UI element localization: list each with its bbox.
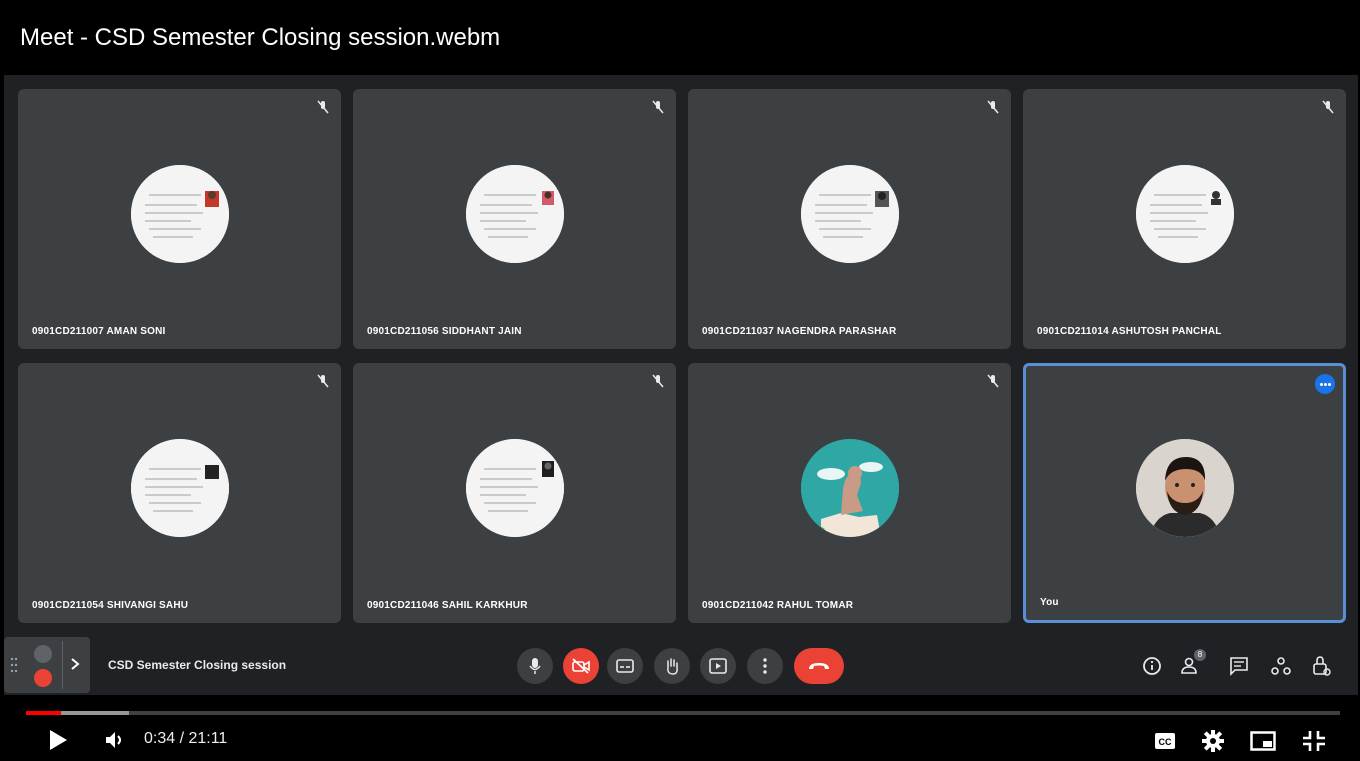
time-display: 0:34 / 21:11	[144, 730, 228, 747]
participant-tile[interactable]: 0901CD211007 AMAN SONI	[18, 89, 341, 349]
video-title: Meet - CSD Semester Closing session.webm	[20, 24, 501, 51]
divider	[62, 641, 63, 689]
mic-muted-icon	[987, 100, 999, 114]
mic-muted-icon	[317, 374, 329, 388]
avatar	[465, 165, 564, 263]
meet-area: 0901CD211007 AMAN SONI 0901CD211056 SIDD…	[4, 75, 1358, 695]
exit-fullscreen-icon[interactable]	[1302, 730, 1326, 752]
participant-tile[interactable]: 0901CD211042 RAHUL TOMAR	[688, 363, 1011, 623]
avatar	[130, 439, 229, 537]
mic-muted-icon	[317, 100, 329, 114]
play-icon[interactable]	[48, 729, 68, 751]
avatar	[800, 165, 899, 263]
activities-icon[interactable]	[1270, 655, 1292, 677]
camera-off-icon[interactable]	[34, 669, 52, 687]
mic-icon	[529, 658, 541, 674]
people-button[interactable]: 8	[1180, 649, 1206, 677]
participant-name: You	[1040, 597, 1059, 608]
avatar	[1135, 165, 1234, 263]
host-controls-icon[interactable]	[1310, 655, 1332, 677]
captions-button[interactable]	[607, 648, 643, 684]
mic-muted-icon	[652, 100, 664, 114]
raise-hand-icon	[667, 658, 678, 675]
video-player-controls: 0:34 / 21:11 CC	[0, 695, 1360, 761]
volume-icon[interactable]	[104, 730, 128, 750]
subtitles-icon[interactable]: CC	[1154, 732, 1176, 750]
chat-icon[interactable]	[1228, 655, 1250, 677]
participant-name: 0901CD211014 ASHUTOSH PANCHAL	[1037, 326, 1222, 337]
participant-name: 0901CD211007 AMAN SONI	[32, 326, 166, 337]
camera-off-icon	[572, 658, 590, 674]
participant-name: 0901CD211056 SIDDHANT JAIN	[367, 326, 522, 337]
meet-controls-bar: CSD Semester Closing session 8	[4, 635, 1358, 695]
raise-hand-button[interactable]	[654, 648, 690, 684]
more-options-icon[interactable]	[1315, 374, 1335, 394]
present-icon	[709, 658, 727, 674]
participant-tile[interactable]: 0901CD211037 NAGENDRA PARASHAR	[688, 89, 1011, 349]
chevron-right-icon[interactable]	[70, 657, 80, 671]
info-icon[interactable]	[1141, 655, 1163, 677]
participant-name: 0901CD211037 NAGENDRA PARASHAR	[702, 326, 897, 337]
mic-muted-icon	[987, 374, 999, 388]
participant-tile[interactable]: 0901CD211054 SHIVANGI SAHU	[18, 363, 341, 623]
mic-button[interactable]	[517, 648, 553, 684]
settings-icon[interactable]	[1202, 730, 1224, 752]
drag-handle-icon[interactable]	[10, 655, 18, 675]
self-tile[interactable]: You	[1023, 363, 1346, 623]
present-button[interactable]	[700, 648, 736, 684]
participant-tile[interactable]: 0901CD211056 SIDDHANT JAIN	[353, 89, 676, 349]
participant-tile[interactable]: 0901CD211046 SAHIL KARKHUR	[353, 363, 676, 623]
mic-icon[interactable]	[34, 645, 52, 663]
hang-up-icon	[809, 663, 829, 669]
progress-track[interactable]	[26, 711, 1340, 715]
camera-button[interactable]	[563, 648, 599, 684]
svg-text:CC: CC	[1159, 737, 1172, 747]
hang-up-button[interactable]	[794, 648, 844, 684]
avatar	[130, 165, 229, 263]
participant-tile[interactable]: 0901CD211014 ASHUTOSH PANCHAL	[1023, 89, 1346, 349]
people-count-badge: 8	[1194, 649, 1206, 661]
avatar	[800, 439, 899, 537]
mic-muted-icon	[1322, 100, 1334, 114]
avatar	[465, 439, 564, 537]
miniplayer-icon[interactable]	[1250, 731, 1276, 751]
captions-icon	[616, 659, 634, 673]
title-bar: Meet - CSD Semester Closing session.webm	[0, 0, 1360, 75]
more-options-icon	[763, 658, 767, 674]
progress-played	[26, 711, 62, 715]
more-options-button[interactable]	[747, 648, 783, 684]
avatar	[1135, 439, 1234, 537]
meeting-title: CSD Semester Closing session	[108, 658, 287, 672]
participant-name: 0901CD211046 SAHIL KARKHUR	[367, 600, 528, 611]
participant-name: 0901CD211042 RAHUL TOMAR	[702, 600, 854, 611]
mic-muted-icon	[652, 374, 664, 388]
participant-name: 0901CD211054 SHIVANGI SAHU	[32, 600, 189, 611]
self-preview-collapsed[interactable]	[4, 637, 90, 693]
